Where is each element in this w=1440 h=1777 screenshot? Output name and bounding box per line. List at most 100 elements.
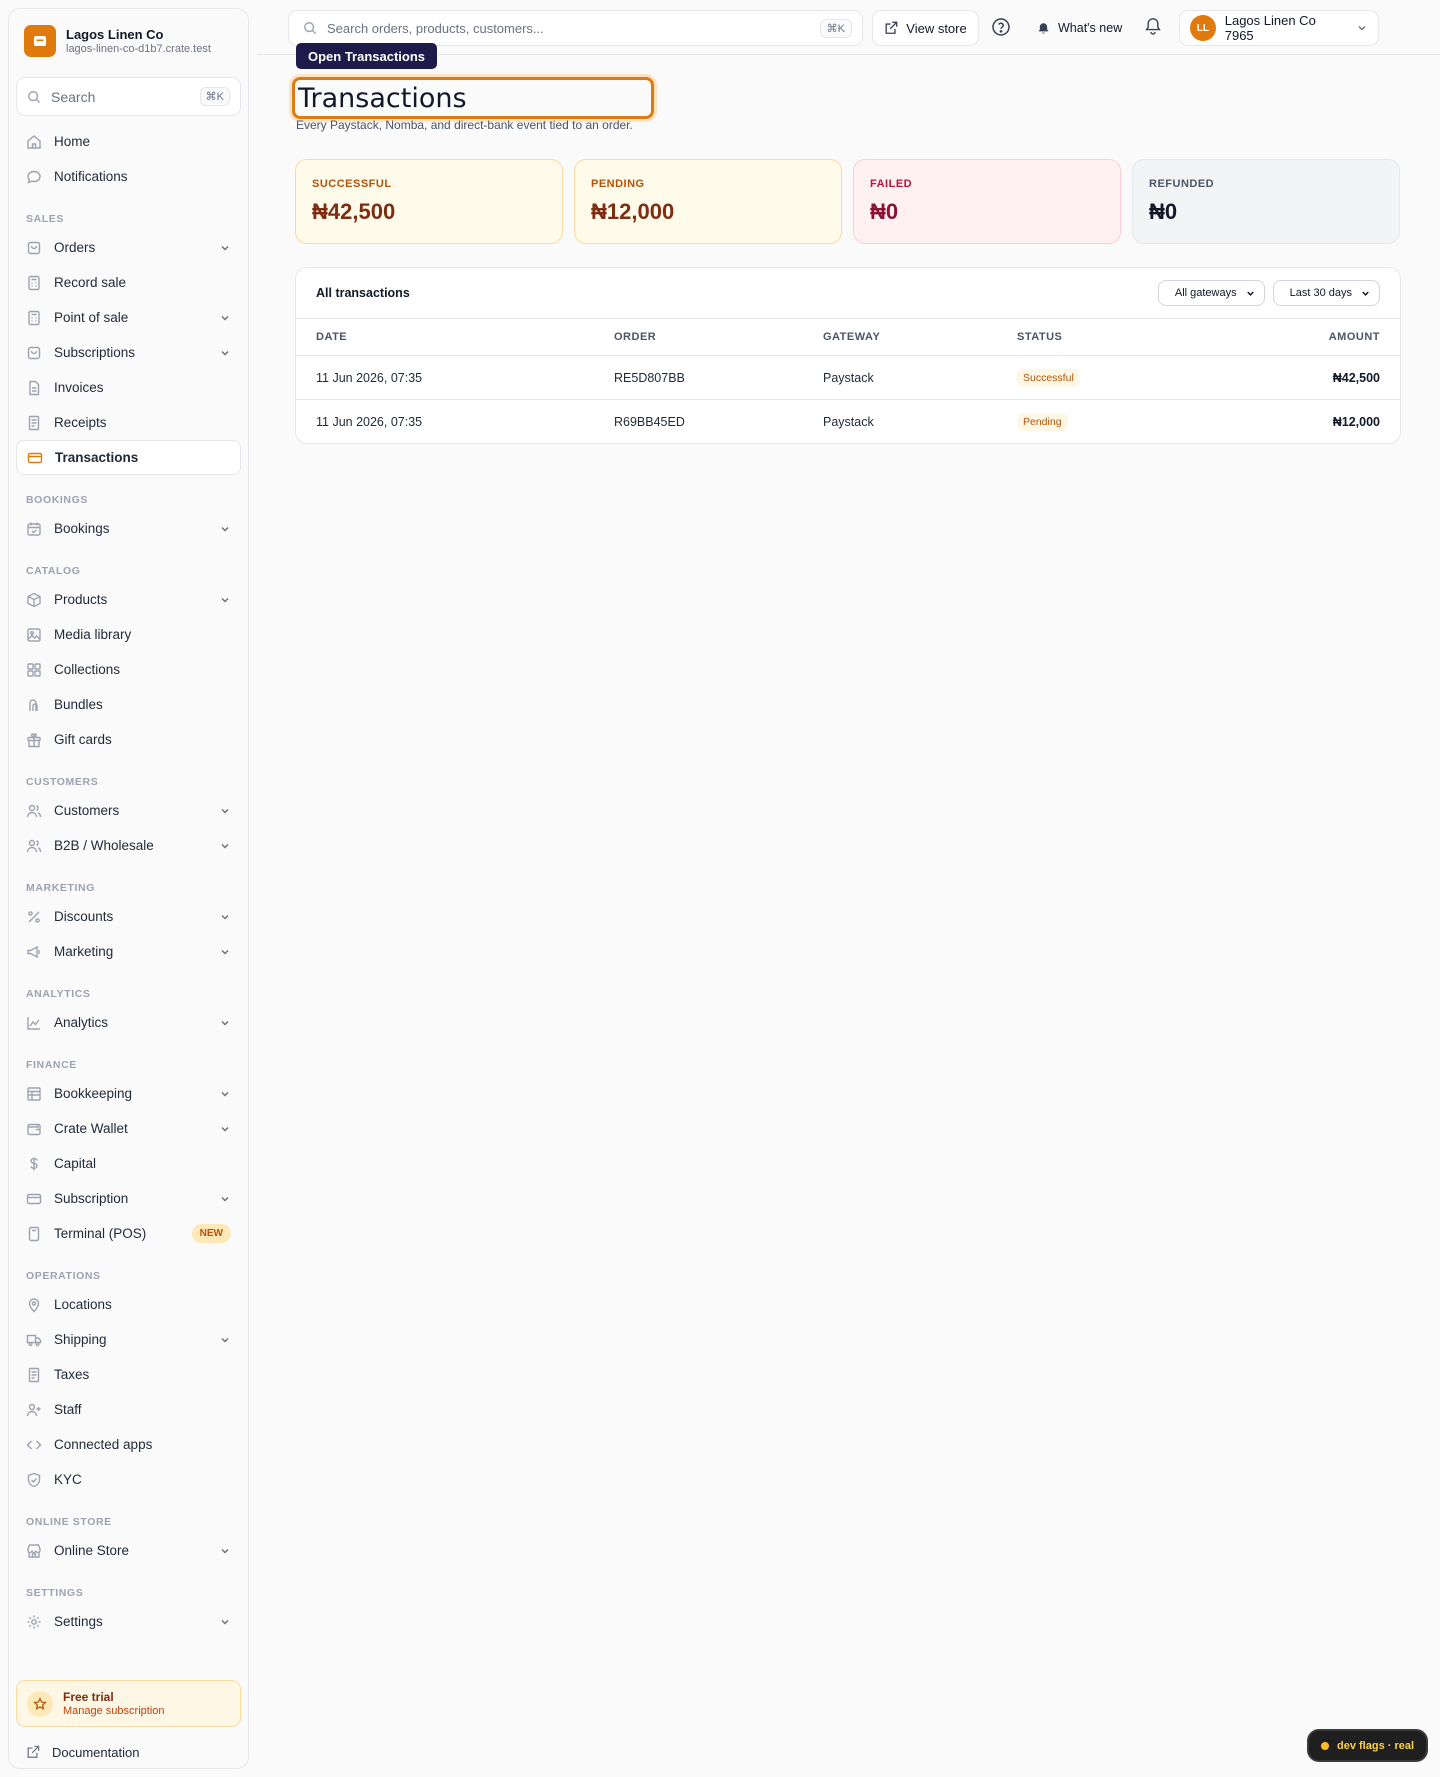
sidebar-item-staff[interactable]: Staff <box>16 1392 241 1427</box>
sidebar-item-point-of-sale[interactable]: Point of sale <box>16 300 241 335</box>
sidebar-item-bookkeeping[interactable]: Bookkeeping <box>16 1076 241 1111</box>
page-title[interactable]: Transactions <box>292 77 654 119</box>
credit-card-icon <box>26 1193 42 1204</box>
sidebar-item-customers[interactable]: Customers <box>16 793 241 828</box>
documentation-label: Documentation <box>52 1744 140 1760</box>
sidebar-item-kyc[interactable]: KYC <box>16 1462 241 1497</box>
transactions-panel: All transactions All gateways Last 30 da… <box>295 267 1401 444</box>
dev-flags-badge[interactable]: dev flags · real <box>1307 1729 1429 1762</box>
new-badge: NEW <box>191 1224 231 1243</box>
sidebar-item-media-library[interactable]: Media library <box>16 617 241 652</box>
summary-cards: SUCCESSFUL ₦42,500 PENDING ₦12,000 FAILE… <box>295 159 1400 244</box>
sidebar-item-orders[interactable]: Orders <box>16 230 241 265</box>
sidebar-item-bookings[interactable]: Bookings <box>16 511 241 546</box>
sidebar-item-b2b-wholesale[interactable]: B2B / Wholesale <box>16 828 241 863</box>
notifications-button[interactable] <box>1144 17 1164 37</box>
sidebar-item-home[interactable]: Home <box>16 124 241 159</box>
sidebar-item-online-store[interactable]: Online Store <box>16 1533 241 1568</box>
sidebar-search-shortcut: ⌘K <box>199 87 230 106</box>
column-header-order[interactable]: ORDER <box>614 331 823 343</box>
sidebar-item-connected-apps[interactable]: Connected apps <box>16 1427 241 1462</box>
receipt-icon <box>28 1367 40 1382</box>
chevron-down-icon <box>221 914 229 920</box>
gateway-select[interactable]: All gateways <box>1157 280 1265 306</box>
free-trial-card[interactable]: Free trial Manage subscription <box>16 1680 241 1727</box>
manage-subscription-link[interactable]: Manage subscription <box>63 1704 165 1718</box>
chat-icon <box>27 170 41 184</box>
view-store-button[interactable]: View store <box>872 10 979 46</box>
sidebar-item-label: Media library <box>54 627 132 642</box>
sidebar-item-shipping[interactable]: Shipping <box>16 1322 241 1357</box>
chevron-down-icon <box>221 1020 229 1026</box>
column-header-gateway[interactable]: GATEWAY <box>823 331 1017 343</box>
sidebar-item-taxes[interactable]: Taxes <box>16 1357 241 1392</box>
chevron-down-icon <box>221 1337 229 1343</box>
row-order[interactable]: RE5D807BB <box>614 371 823 385</box>
chevron-down-icon <box>221 245 229 251</box>
sidebar-item-terminal-pos[interactable]: Terminal (POS) NEW <box>16 1216 241 1251</box>
sidebar-item-transactions[interactable]: Transactions <box>16 440 241 475</box>
image-icon <box>27 627 41 642</box>
sidebar-item-gift-cards[interactable]: Gift cards <box>16 722 241 757</box>
sidebar-item-label: Analytics <box>54 1015 109 1030</box>
sidebar-item-capital[interactable]: Capital <box>16 1146 241 1181</box>
sidebar-item-receipts[interactable]: Receipts <box>16 405 241 440</box>
whats-new-button[interactable]: What's new <box>1037 10 1122 46</box>
sidebar-item-collections[interactable]: Collections <box>16 652 241 687</box>
column-header-status[interactable]: STATUS <box>1017 331 1225 343</box>
column-header-amount[interactable]: AMOUNT <box>1225 331 1380 343</box>
sidebar-item-analytics[interactable]: Analytics <box>16 1005 241 1040</box>
sidebar-item-label: Terminal (POS) <box>54 1226 147 1241</box>
sidebar-item-label: Invoices <box>54 380 104 395</box>
external-link-icon <box>885 21 898 34</box>
sidebar-item-record-sale[interactable]: Record sale <box>16 265 241 300</box>
brand[interactable]: Lagos Linen Co lagos-linen-co-d1b7.crate… <box>16 19 241 65</box>
store-domain: lagos-linen-co-d1b7.crate.test <box>66 42 211 55</box>
receipt-icon <box>28 415 40 430</box>
row-order[interactable]: R69BB45ED <box>614 415 823 429</box>
section-label-customers: CUSTOMERS <box>26 776 99 788</box>
date-range-select[interactable]: Last 30 days <box>1272 280 1380 306</box>
card-label: PENDING <box>591 178 645 190</box>
document-icon <box>29 380 40 395</box>
sidebar-item-subscriptions[interactable]: Subscriptions <box>16 335 241 370</box>
box-icon <box>27 592 41 607</box>
card-value: ₦12,000 <box>591 199 675 224</box>
global-search-input[interactable]: Search orders, products, customers... ⌘K <box>288 10 863 46</box>
sidebar-item-label: Marketing <box>54 944 114 959</box>
sidebar-item-discounts[interactable]: Discounts <box>16 899 241 934</box>
sidebar-item-notifications[interactable]: Notifications <box>16 159 241 194</box>
table-row[interactable]: 11 Jun 2026, 07:35 RE5D807BB Paystack Su… <box>296 356 1400 400</box>
column-header-date[interactable]: DATE <box>316 331 614 343</box>
star-icon <box>27 1690 53 1717</box>
card-value: ₦0 <box>1149 199 1178 224</box>
sidebar-item-bundles[interactable]: Bundles <box>16 687 241 722</box>
sidebar-item-locations[interactable]: Locations <box>16 1287 241 1322</box>
sidebar-item-label: Shipping <box>54 1332 107 1347</box>
dev-flags-label: dev flags · real <box>1337 1739 1415 1752</box>
chevron-down-icon <box>1246 291 1254 296</box>
chevron-down-icon <box>221 949 229 955</box>
sidebar-item-label: Crate Wallet <box>54 1121 128 1136</box>
sidebar-item-label: KYC <box>54 1472 82 1487</box>
panel-header: All transactions All gateways Last 30 da… <box>296 268 1400 319</box>
sidebar-item-products[interactable]: Products <box>16 582 241 617</box>
account-menu[interactable]: LL Lagos Linen Co 7965 <box>1179 10 1379 46</box>
sidebar-item-label: Discounts <box>54 909 114 924</box>
sidebar-item-invoices[interactable]: Invoices <box>16 370 241 405</box>
table-row[interactable]: 11 Jun 2026, 07:35 R69BB45ED Paystack Pe… <box>296 400 1400 443</box>
calendar-icon <box>27 522 41 536</box>
status-badge: Pending <box>1017 413 1068 431</box>
pos-terminal-icon <box>28 1226 40 1241</box>
sidebar-item-subscription[interactable]: Subscription <box>16 1181 241 1216</box>
gear-icon <box>27 1615 41 1628</box>
storefront-icon <box>27 1543 41 1558</box>
documentation-link[interactable]: Documentation <box>16 1737 241 1767</box>
sidebar-item-settings[interactable]: Settings <box>16 1604 241 1639</box>
sidebar-item-label: Connected apps <box>54 1437 153 1452</box>
help-button[interactable] <box>991 17 1013 39</box>
sidebar-item-crate-wallet[interactable]: Crate Wallet <box>16 1111 241 1146</box>
sidebar-item-marketing[interactable]: Marketing <box>16 934 241 969</box>
gift-icon <box>27 732 41 747</box>
sidebar-search[interactable]: Search ⌘K <box>16 77 241 116</box>
